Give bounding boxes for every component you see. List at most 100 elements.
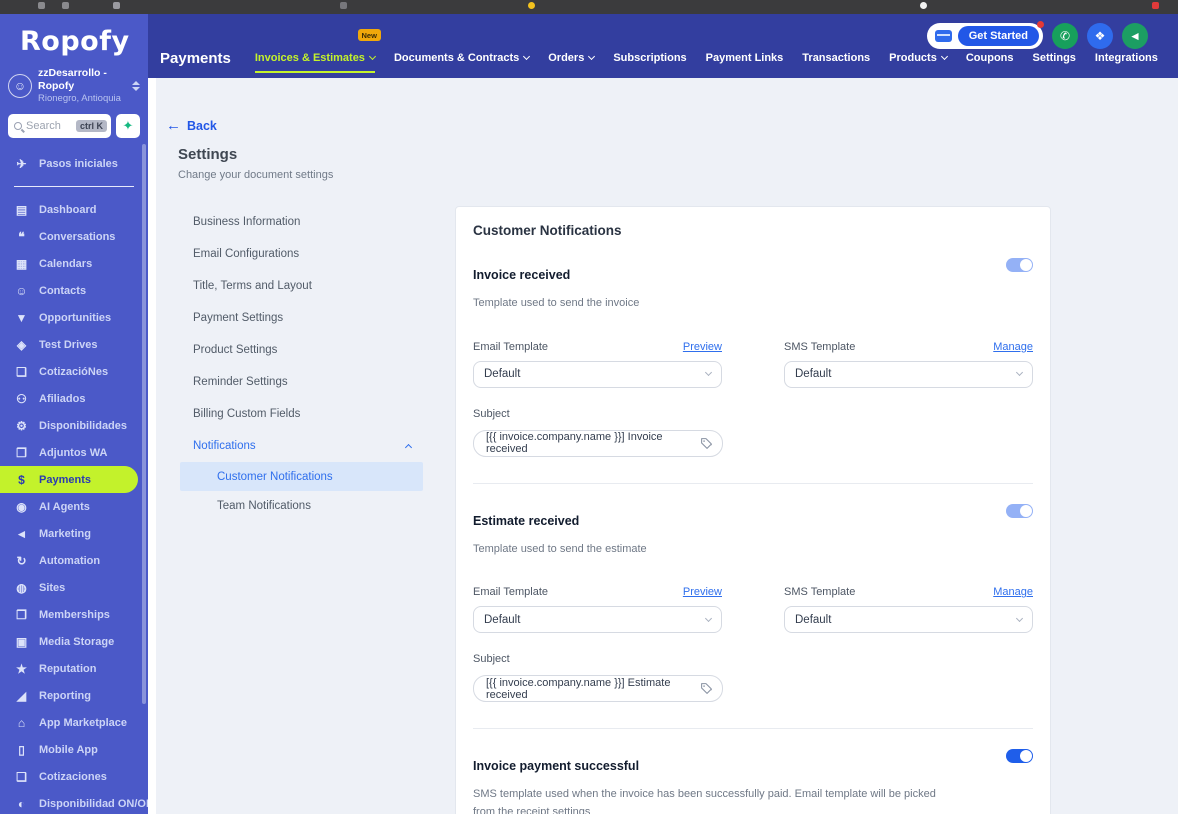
email-template-field: Email Template Preview Default: [473, 341, 722, 388]
section-estimate-received: Estimate received Template used to send t…: [473, 484, 1033, 703]
sidebar-item-automation[interactable]: ↻ Automation: [0, 547, 148, 574]
settings-menu-label: Title, Terms and Layout: [193, 280, 312, 292]
toggle-invoice-payment-successful[interactable]: [1006, 749, 1033, 764]
phone-icon[interactable]: ✆: [1052, 23, 1078, 49]
sidebar-item-dashboard[interactable]: ▤ Dashboard: [0, 196, 148, 223]
settings-menu-item-reminder-settings[interactable]: Reminder Settings: [180, 366, 423, 398]
sidebar-item-payments[interactable]: $ Payments: [0, 466, 138, 494]
search-input[interactable]: Search ctrl K: [8, 114, 111, 139]
subject-value: [{{ invoice.company.name }}] Estimate re…: [486, 676, 671, 701]
sms-template-select[interactable]: Default: [784, 360, 1033, 388]
tab-subscriptions[interactable]: Subscriptions: [613, 38, 686, 78]
tag-icon[interactable]: [700, 682, 713, 695]
sidebar-item-adjuntos-wa[interactable]: ❒ Adjuntos WA: [0, 439, 148, 466]
sidebar-item-opportunities[interactable]: ▼ Opportunities: [0, 304, 148, 331]
sparkle-icon[interactable]: ✦: [116, 114, 140, 139]
tag-icon[interactable]: [700, 437, 713, 450]
sidebar-item-disponibilidad-on-off[interactable]: ◐ Disponibilidad ON/OFF: [0, 790, 148, 814]
account-switcher[interactable]: ☺ zzDesarrollo - Ropofy Rionegro, Antioq…: [8, 67, 142, 104]
megaphone-icon: ◄: [15, 526, 28, 541]
sidebar-nav: ✈ Pasos iniciales ▤ Dashboard ❝ Conversations…: [0, 150, 148, 814]
sms-template-label: SMS Template: [784, 340, 856, 353]
toggle-knob: [1020, 504, 1032, 517]
email-template-select[interactable]: Default: [473, 606, 722, 634]
chevron-down-icon: [704, 614, 713, 622]
sidebar-item-reputation[interactable]: ★ Reputation: [0, 655, 148, 682]
preview-link[interactable]: Preview: [683, 341, 722, 353]
tab-label: Invoices & Estimates: [254, 52, 365, 64]
content-left-strip: [148, 78, 156, 814]
sidebar-item-label: Payments: [39, 473, 91, 486]
preview-link[interactable]: Preview: [683, 586, 722, 598]
settings-menu-item-product-settings[interactable]: Product Settings: [180, 334, 423, 366]
globe-icon: ◍: [16, 580, 27, 595]
settings-menu-item-notifications[interactable]: Notifications: [180, 430, 423, 462]
tab-transactions[interactable]: Transactions: [802, 38, 870, 78]
favicon: [340, 2, 347, 9]
settings-menu-item-title-terms-and-layout[interactable]: Title, Terms and Layout: [180, 270, 423, 302]
subject-input[interactable]: [{{ invoice.company.name }}] Estimate re…: [473, 675, 723, 703]
sidebar-item-sites[interactable]: ◍ Sites: [0, 574, 148, 601]
sidebar-item-test-drives[interactable]: ◈ Test Drives: [0, 331, 148, 358]
manage-link[interactable]: Manage: [993, 341, 1033, 353]
active-tab-underline: [254, 71, 375, 73]
sidebar-item-reporting[interactable]: ◢ Reporting: [0, 682, 148, 709]
cube-icon: ❒: [16, 445, 27, 460]
settings-menu-item-payment-settings[interactable]: Payment Settings: [180, 302, 423, 334]
tab-documents-contracts[interactable]: Documents & Contracts: [394, 38, 531, 78]
notification-dot: [1037, 21, 1044, 28]
subject-input[interactable]: [{{ invoice.company.name }}] Invoice rec…: [473, 429, 723, 457]
sidebar-item-calendars[interactable]: ▦ Calendars: [0, 250, 148, 277]
sidebar-item-mobile-app[interactable]: ▯ Mobile App: [0, 736, 148, 763]
favicon: [528, 2, 535, 9]
chart-icon: ◢: [16, 688, 27, 703]
settings-menu-item-team-notifications[interactable]: Team Notifications: [180, 491, 423, 520]
sidebar-item-marketing[interactable]: ◄ Marketing: [0, 520, 148, 547]
robot-icon: ◉: [16, 499, 27, 514]
sidebar-scrollbar[interactable]: [142, 144, 146, 704]
tab-label: Payment Links: [705, 52, 784, 64]
sidebar-item-media-storage[interactable]: ▣ Media Storage: [0, 628, 148, 655]
sidebar-item-label: Test Drives: [39, 338, 98, 351]
tab-orders[interactable]: Orders: [548, 38, 596, 78]
sidebar-item-pasos-iniciales[interactable]: ✈ Pasos iniciales: [0, 150, 148, 177]
chevron-down-icon: [940, 52, 948, 61]
sidebar-item-memberships[interactable]: ❐ Memberships: [0, 601, 148, 628]
sidebar-item-app-marketplace[interactable]: ⌂ App Marketplace: [0, 709, 148, 736]
settings-menu-item-billing-custom-fields[interactable]: Billing Custom Fields: [180, 398, 423, 430]
sidebar-item-label: Dashboard: [39, 203, 97, 216]
sidebar-item-label: Pasos iniciales: [39, 157, 118, 170]
section-description: Template used to send the estimate: [473, 542, 647, 555]
launchpad-icon[interactable]: ❖: [1087, 23, 1113, 49]
get-started-button[interactable]: Get Started: [926, 21, 1044, 49]
sidebar-item-ai-agents[interactable]: ◉ AI Agents: [0, 493, 148, 520]
account-location: Rionegro, Antioquia: [38, 93, 121, 105]
sms-template-select[interactable]: Default: [784, 606, 1033, 634]
sidebar-item-label: Reporting: [39, 689, 91, 702]
settings-menu-item-email-configurations[interactable]: Email Configurations: [180, 238, 423, 270]
account-avatar: ☺: [8, 73, 32, 98]
sms-template-value: Default: [795, 368, 832, 381]
email-template-select[interactable]: Default: [473, 360, 722, 388]
sidebar-item-disponibilidades[interactable]: ⚙ Disponibilidades: [0, 412, 148, 439]
toggle-invoice-received[interactable]: [1006, 258, 1033, 272]
sidebar-item-label: Sites: [39, 581, 66, 594]
section-heading: Estimate received: [473, 513, 580, 528]
sidebar-item-cotizaci-nes[interactable]: ❏ CotizacióNes: [0, 358, 148, 385]
sidebar-item-conversations[interactable]: ❝ Conversations: [0, 223, 148, 250]
document-icon: ❏: [16, 364, 27, 379]
settings-menu-item-customer-notifications[interactable]: Customer Notifications: [180, 462, 423, 491]
manage-link[interactable]: Manage: [993, 586, 1033, 598]
sidebar-item-afiliados[interactable]: ⚇ Afiliados: [0, 385, 148, 412]
sidebar-item-contacts[interactable]: ☺ Contacts: [0, 277, 148, 304]
back-button[interactable]: ← Back: [166, 118, 217, 133]
toggle-estimate-received[interactable]: [1006, 503, 1033, 518]
tab-payment-links[interactable]: Payment Links: [706, 38, 784, 78]
tab-invoices-estimates[interactable]: Invoices & Estimates New: [254, 29, 381, 78]
account-chevrons-icon[interactable]: [132, 80, 142, 91]
sidebar-item-cotizaciones[interactable]: ❑ Cotizaciones: [0, 763, 148, 790]
dollar-icon: $: [18, 472, 25, 487]
settings-menu-item-business-information[interactable]: Business Information: [180, 206, 423, 238]
page-subtitle: Change your document settings: [178, 169, 334, 181]
megaphone-icon[interactable]: ◄: [1122, 23, 1148, 49]
